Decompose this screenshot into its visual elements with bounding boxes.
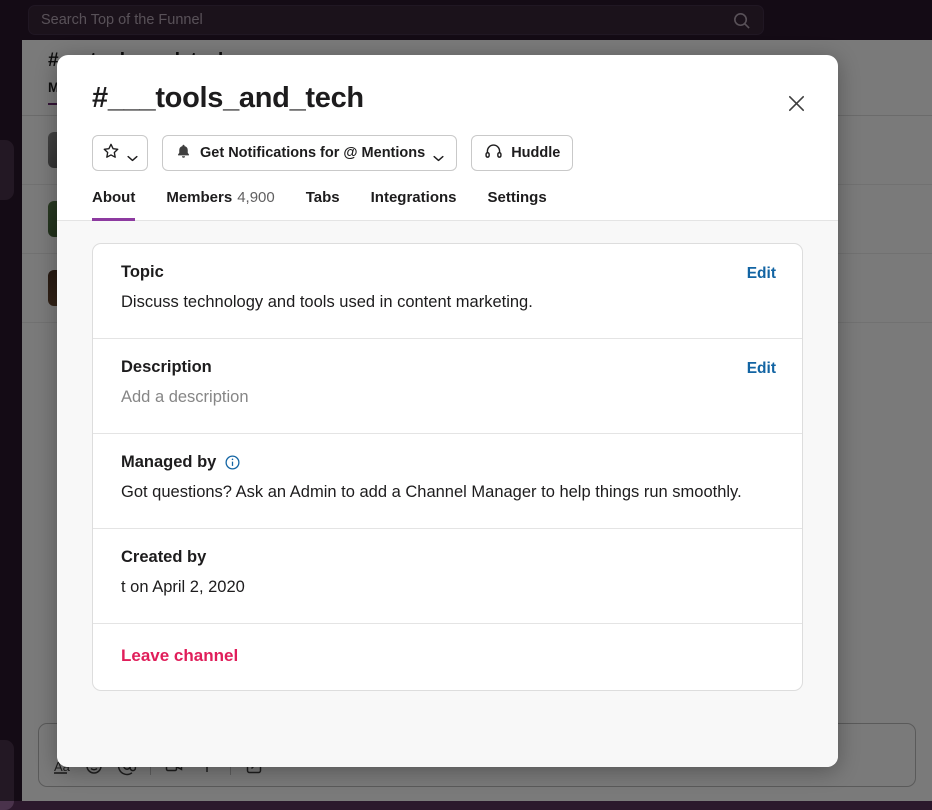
- tab-members-count: 4,900: [237, 189, 275, 206]
- close-icon[interactable]: [778, 85, 814, 121]
- created-by-row: Created by t on April 2, 2020: [93, 529, 802, 624]
- tab-members[interactable]: Members 4,900: [166, 189, 274, 221]
- channel-details-modal: #___tools_and_tech: [57, 55, 838, 767]
- description-row: Description Add a description Edit: [93, 339, 802, 434]
- modal-header: #___tools_and_tech: [57, 55, 838, 171]
- tab-about[interactable]: About: [92, 189, 135, 221]
- topic-row: Topic Discuss technology and tools used …: [93, 244, 802, 339]
- notifications-button[interactable]: Get Notifications for @ Mentions: [162, 135, 457, 171]
- tab-about-label: About: [92, 189, 135, 206]
- modal-action-row: Get Notifications for @ Mentions Huddle: [92, 135, 808, 171]
- tab-members-label: Members: [166, 189, 232, 206]
- tab-settings[interactable]: Settings: [487, 189, 546, 221]
- tab-tabs[interactable]: Tabs: [306, 189, 340, 221]
- leave-channel-row[interactable]: Leave channel: [93, 624, 802, 690]
- managed-by-label: Managed by: [121, 453, 778, 472]
- star-button[interactable]: [92, 135, 148, 171]
- description-label: Description: [121, 358, 778, 377]
- tab-integrations-label: Integrations: [371, 189, 457, 206]
- created-by-value: t on April 2, 2020: [121, 573, 766, 602]
- page-title: #___tools_and_tech: [92, 81, 808, 115]
- topic-value: Discuss technology and tools used in con…: [121, 288, 766, 317]
- tab-integrations[interactable]: Integrations: [371, 189, 457, 221]
- tab-tabs-label: Tabs: [306, 189, 340, 206]
- headphones-icon: [484, 142, 503, 165]
- managed-by-label-text: Managed by: [121, 453, 216, 472]
- created-by-label: Created by: [121, 548, 778, 567]
- topic-label: Topic: [121, 263, 778, 282]
- about-card: Topic Discuss technology and tools used …: [92, 243, 803, 691]
- managed-by-value: Got questions? Ask an Admin to add a Cha…: [121, 478, 766, 507]
- chevron-down-icon: [127, 150, 138, 157]
- notifications-button-label: Get Notifications for @ Mentions: [200, 145, 425, 161]
- modal-body: Topic Discuss technology and tools used …: [57, 221, 838, 767]
- modal-tabs: About Members 4,900 Tabs Integrations Set…: [57, 189, 838, 221]
- star-icon: [102, 142, 120, 164]
- chevron-down-icon: [433, 150, 444, 157]
- description-value: Add a description: [121, 383, 766, 412]
- tab-settings-label: Settings: [487, 189, 546, 206]
- leave-channel-link[interactable]: Leave channel: [121, 646, 238, 665]
- managed-by-row: Managed by Got questions? Ask an Admin t…: [93, 434, 802, 529]
- info-icon[interactable]: [224, 454, 241, 471]
- bell-icon: [175, 143, 192, 164]
- huddle-button[interactable]: Huddle: [471, 135, 573, 171]
- topic-edit-link[interactable]: Edit: [747, 265, 776, 283]
- huddle-button-label: Huddle: [511, 145, 560, 161]
- description-edit-link[interactable]: Edit: [747, 360, 776, 378]
